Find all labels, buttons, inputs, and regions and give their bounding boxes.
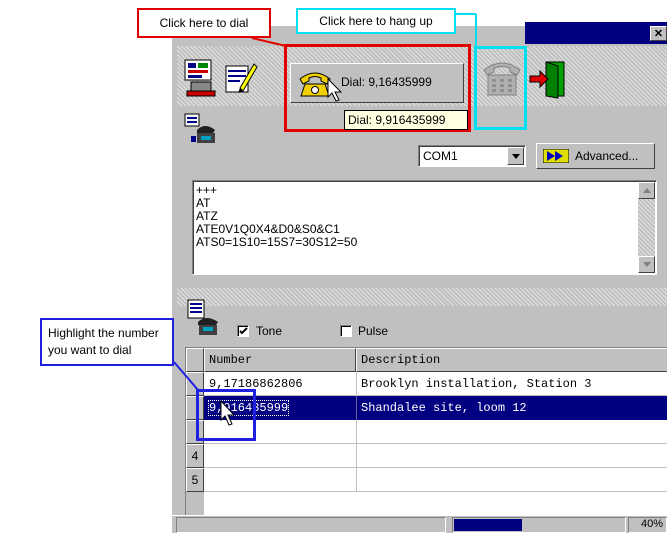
checkmark-icon [238, 327, 248, 335]
row-number: 5 [191, 473, 199, 487]
edit-icon[interactable] [222, 58, 258, 98]
highlight-callout-text: Highlight the number you want to dial [48, 326, 159, 357]
tone-checkbox[interactable] [237, 325, 249, 337]
log-line: ATS0=1S10=15S7=30S12=50 [196, 235, 358, 249]
chevron-up-icon [642, 188, 651, 193]
dial-callout: Click here to dial [137, 8, 271, 38]
column-header-number[interactable]: Number [204, 348, 356, 372]
dial-tooltip-text: Dial: 9,916435999 [348, 113, 446, 127]
exit-door-icon [529, 61, 565, 99]
table-row[interactable] [204, 420, 667, 444]
progress-percent-text: 40% [640, 518, 663, 530]
section-divider [177, 288, 667, 306]
cell-divider [356, 372, 357, 396]
scroll-up-button[interactable] [638, 182, 655, 199]
cell-divider [356, 468, 357, 492]
modem-icon [183, 112, 219, 148]
dial-tooltip: Dial: 9,916435999 [344, 110, 468, 130]
advanced-button[interactable]: Advanced... [536, 143, 655, 169]
pulse-label: Pulse [358, 324, 389, 338]
phone-number-grid: Number Description 9,17186862806 Brookly… [185, 347, 667, 518]
table-cell-description: Shandalee site, loom 12 [361, 401, 527, 415]
hangup-callout-connector [454, 13, 477, 48]
cell-divider [356, 396, 357, 420]
table-cell-description: Brooklyn installation, Station 3 [361, 377, 592, 391]
hangup-highlight-box [474, 46, 527, 130]
log-scrollbar[interactable] [638, 182, 655, 273]
mouse-cursor-icon [327, 78, 343, 102]
advanced-icon [543, 149, 569, 163]
log-line: AT [196, 196, 211, 210]
table-row[interactable]: 9,17186862806 Brooklyn installation, Sta… [204, 372, 667, 396]
table-row-selected[interactable]: 9,916435999 Shandalee site, loom 12 [204, 396, 667, 420]
dial-list-icon [186, 298, 222, 338]
close-button[interactable]: ✕ [650, 26, 667, 41]
table-row[interactable] [204, 468, 667, 492]
highlight-callout-connector [173, 361, 199, 391]
chevron-down-icon [642, 262, 651, 267]
title-bar [525, 22, 667, 44]
scroll-down-button[interactable] [638, 256, 655, 273]
close-icon: ✕ [653, 28, 664, 40]
phonebook-icon[interactable] [183, 58, 217, 98]
log-line: +++ [196, 183, 218, 197]
hangup-callout-text: Click here to hang up [319, 14, 433, 28]
com-port-value: COM1 [423, 149, 458, 163]
dial-callout-connector [251, 37, 287, 47]
pulse-checkbox[interactable] [340, 325, 352, 337]
progress-bar [452, 517, 626, 533]
row-selector[interactable]: 5 [186, 468, 204, 492]
com-port-dropdown-button[interactable] [507, 147, 524, 165]
chevron-down-icon [511, 153, 520, 159]
column-header-description[interactable]: Description [356, 348, 667, 372]
hangup-callout: Click here to hang up [296, 8, 456, 34]
row-number: 4 [191, 449, 199, 463]
exit-button[interactable] [528, 58, 572, 100]
cell-divider [356, 420, 357, 444]
modem-log[interactable]: +++ AT ATZ ATE0V1Q0X4&D0&S0&C1 ATS0=1S10… [192, 180, 657, 275]
table-row[interactable] [204, 444, 667, 468]
column-header-number-text: Number [209, 353, 253, 367]
status-pane [176, 517, 446, 533]
column-header-description-text: Description [361, 353, 441, 367]
mouse-cursor-icon [220, 400, 236, 426]
progress-fill [454, 519, 522, 531]
advanced-button-label: Advanced... [575, 149, 639, 163]
progress-percent: 40% [628, 517, 667, 533]
cell-divider [356, 444, 357, 468]
highlight-callout: Highlight the number you want to dial [40, 318, 174, 366]
com-port-select[interactable]: COM1 [418, 145, 526, 167]
modem-log-text: +++ AT ATZ ATE0V1Q0X4&D0&S0&C1 ATS0=1S10… [196, 184, 357, 249]
tone-label: Tone [256, 324, 283, 338]
dial-callout-text: Click here to dial [159, 16, 249, 30]
row-selector[interactable]: 4 [186, 444, 204, 468]
